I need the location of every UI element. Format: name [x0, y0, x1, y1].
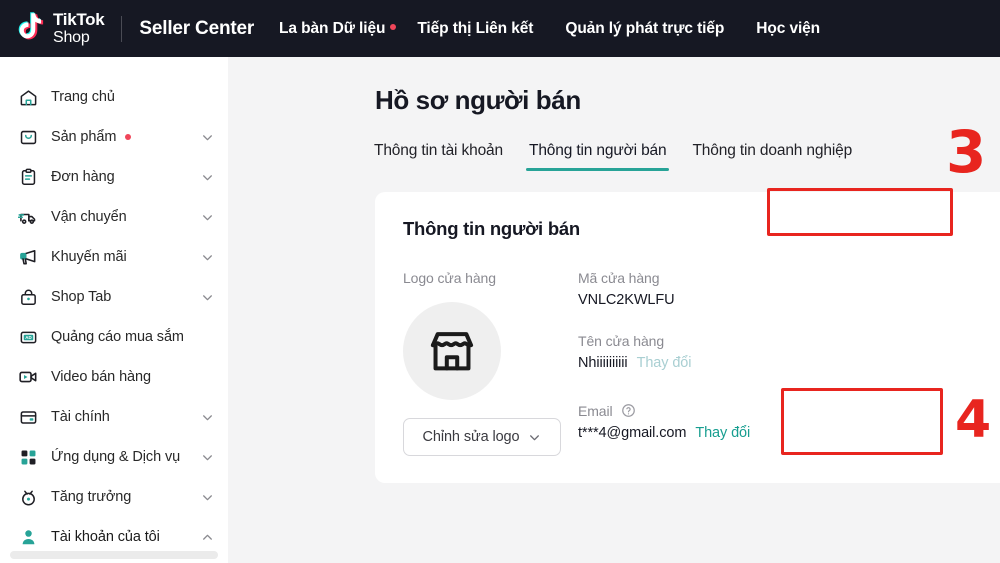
logo-label: Logo cửa hàng — [403, 270, 496, 286]
field-email: Email t***4@gmail.com Thay đổi — [578, 403, 750, 441]
field-ten-cua-hang: Tên cửa hàng Nhiiiiiiiiii Thay đổi — [578, 333, 691, 371]
sidebar-item-label: Trang chủ — [51, 89, 115, 105]
annotation-number-3: 3 — [946, 118, 987, 186]
sidebar-item-label: Tài khoản của tôi — [51, 529, 160, 545]
topnav-item-la-ban-du-lieu[interactable]: La bàn Dữ liệu — [279, 19, 397, 38]
chevron-down-icon — [530, 434, 540, 440]
apps-icon — [18, 447, 38, 467]
sidebar-item-label: Video bán hàng — [51, 369, 151, 385]
field-label: Tên cửa hàng — [578, 333, 665, 349]
sidebar-item-label: Vận chuyển — [51, 209, 127, 225]
top-nav-links: La bàn Dữ liệu Tiếp thị Liên kết Quản lý… — [279, 20, 820, 38]
ad-icon: AD — [18, 327, 38, 347]
topnav-item-tiep-thi-lien-ket[interactable]: Tiếp thị Liên kết — [417, 20, 533, 38]
product-icon — [18, 127, 38, 147]
sidebar-item-khuyen-mai[interactable]: Khuyến mãi — [0, 237, 228, 277]
chevron-down-icon[interactable] — [201, 291, 214, 304]
edit-logo-label: Chỉnh sửa logo — [422, 429, 520, 445]
sidebar-item-san-pham[interactable]: Sản phẩm — [0, 117, 228, 157]
seller-center-page: TikTok Shop Seller Center La bàn Dữ liệu… — [0, 0, 1000, 563]
help-circle-icon[interactable] — [621, 403, 636, 418]
tiktok-shop-logo[interactable]: TikTok Shop — [16, 10, 105, 46]
topnav-label: La bàn Dữ liệu — [279, 19, 386, 37]
chevron-down-icon[interactable] — [201, 131, 214, 144]
finance-icon — [18, 407, 38, 427]
page-title: Hồ sơ người bán — [375, 85, 581, 115]
sidebar-item-label: Ứng dụng & Dịch vụ — [51, 449, 181, 465]
sidebar-navigation: Trang chủ Sản phẩm Đơn hàng Vận chuyển K… — [0, 57, 228, 563]
video-icon — [18, 367, 38, 387]
tiktok-shop-wordmark: TikTok Shop — [53, 10, 105, 46]
change-shop-name-link[interactable]: Thay đổi — [637, 355, 692, 371]
tab-thong-tin-doanh-nghiep[interactable]: Thông tin doanh nghiệp — [679, 142, 865, 171]
tab-thong-tin-tai-khoan[interactable]: Thông tin tài khoản — [374, 142, 516, 171]
field-value: t***4@gmail.com Thay đổi — [578, 425, 750, 441]
profile-tabs: Thông tin tài khoản Thông tin người bán … — [374, 142, 865, 171]
sidebar-item-video-ban-hang[interactable]: Video bán hàng — [0, 357, 228, 397]
sidebar-item-trang-chu[interactable]: Trang chủ — [0, 77, 228, 117]
topnav-item-hoc-vien[interactable]: Học viện — [756, 20, 820, 38]
chevron-down-icon[interactable] — [201, 171, 214, 184]
field-ma-cua-hang: Mã cửa hàng VNLC2KWLFU — [578, 270, 675, 308]
megaphone-icon — [18, 247, 38, 267]
sidebar-item-label: Sản phẩm — [51, 129, 117, 145]
field-value: Nhiiiiiiiiii Thay đổi — [578, 355, 691, 371]
sidebar-item-van-chuyen[interactable]: Vận chuyển — [0, 197, 228, 237]
growth-icon — [18, 487, 38, 507]
tiktok-note-icon — [16, 11, 46, 46]
notification-dot-icon — [125, 134, 132, 140]
chevron-down-icon[interactable] — [201, 411, 214, 424]
sidebar-item-ung-dung-dich-vu[interactable]: Ứng dụng & Dịch vụ — [0, 437, 228, 477]
truck-icon — [18, 207, 38, 227]
sidebar-item-label: Khuyến mãi — [51, 249, 127, 265]
main-content-area: Hồ sơ người bán Thông tin tài khoản Thôn… — [228, 57, 1000, 563]
sidebar-item-shop-tab[interactable]: Shop Tab — [0, 277, 228, 317]
sidebar-item-tai-chinh[interactable]: Tài chính — [0, 397, 228, 437]
email-value: t***4@gmail.com — [578, 425, 687, 441]
sidebar-item-quang-cao-mua-sam[interactable]: AD Quảng cáo mua sắm — [0, 317, 228, 357]
brand-line-shop: Shop — [53, 29, 90, 46]
storefront-icon — [430, 332, 474, 371]
svg-text:AD: AD — [25, 335, 31, 340]
brand-line-tiktok: TikTok — [53, 10, 105, 29]
sidebar-horizontal-scrollbar[interactable] — [10, 551, 218, 559]
chevron-up-icon[interactable] — [201, 531, 214, 544]
chevron-down-icon[interactable] — [201, 211, 214, 224]
seller-center-title: Seller Center — [139, 17, 255, 39]
sidebar-item-label: Quảng cáo mua sắm — [51, 329, 184, 345]
sidebar-item-label: Shop Tab — [51, 289, 112, 305]
sidebar-item-label: Đơn hàng — [51, 169, 115, 185]
card-title: Thông tin người bán — [403, 218, 580, 239]
store-logo-avatar — [403, 302, 501, 400]
notification-dot-icon — [390, 23, 397, 30]
chevron-down-icon[interactable] — [201, 491, 214, 504]
sidebar-item-label: Tăng trưởng — [51, 489, 132, 505]
shop-name-value: Nhiiiiiiiiii — [578, 355, 628, 371]
orders-icon — [18, 167, 38, 187]
chevron-down-icon[interactable] — [201, 451, 214, 464]
field-label: Email — [578, 403, 750, 419]
chevron-down-icon[interactable] — [201, 251, 214, 264]
change-email-link[interactable]: Thay đổi — [695, 425, 750, 441]
header-divider — [121, 15, 123, 42]
sidebar-item-tang-truong[interactable]: Tăng trưởng — [0, 477, 228, 517]
user-icon — [18, 527, 38, 547]
sidebar-item-list: Trang chủ Sản phẩm Đơn hàng Vận chuyển K… — [0, 57, 228, 557]
edit-logo-button[interactable]: Chỉnh sửa logo — [403, 418, 561, 456]
tab-thong-tin-nguoi-ban[interactable]: Thông tin người bán — [516, 142, 679, 171]
email-label-text: Email — [578, 403, 613, 419]
shop-code-value: VNLC2KWLFU — [578, 292, 675, 308]
sidebar-item-don-hang[interactable]: Đơn hàng — [0, 157, 228, 197]
seller-info-card: Thông tin người bán Logo cửa hàng Chỉnh … — [375, 192, 1000, 483]
field-value: VNLC2KWLFU — [578, 292, 675, 308]
sidebar-item-label: Tài chính — [51, 409, 110, 425]
topnav-item-quan-ly-phat-truc-tiep[interactable]: Quản lý phát trực tiếp — [565, 20, 724, 38]
bag-icon — [18, 287, 38, 307]
home-icon — [18, 87, 38, 107]
field-label: Mã cửa hàng — [578, 270, 660, 286]
top-navigation-bar: TikTok Shop Seller Center La bàn Dữ liệu… — [0, 0, 1000, 57]
store-logo-section: Logo cửa hàng Chỉnh sửa logo — [403, 270, 578, 456]
